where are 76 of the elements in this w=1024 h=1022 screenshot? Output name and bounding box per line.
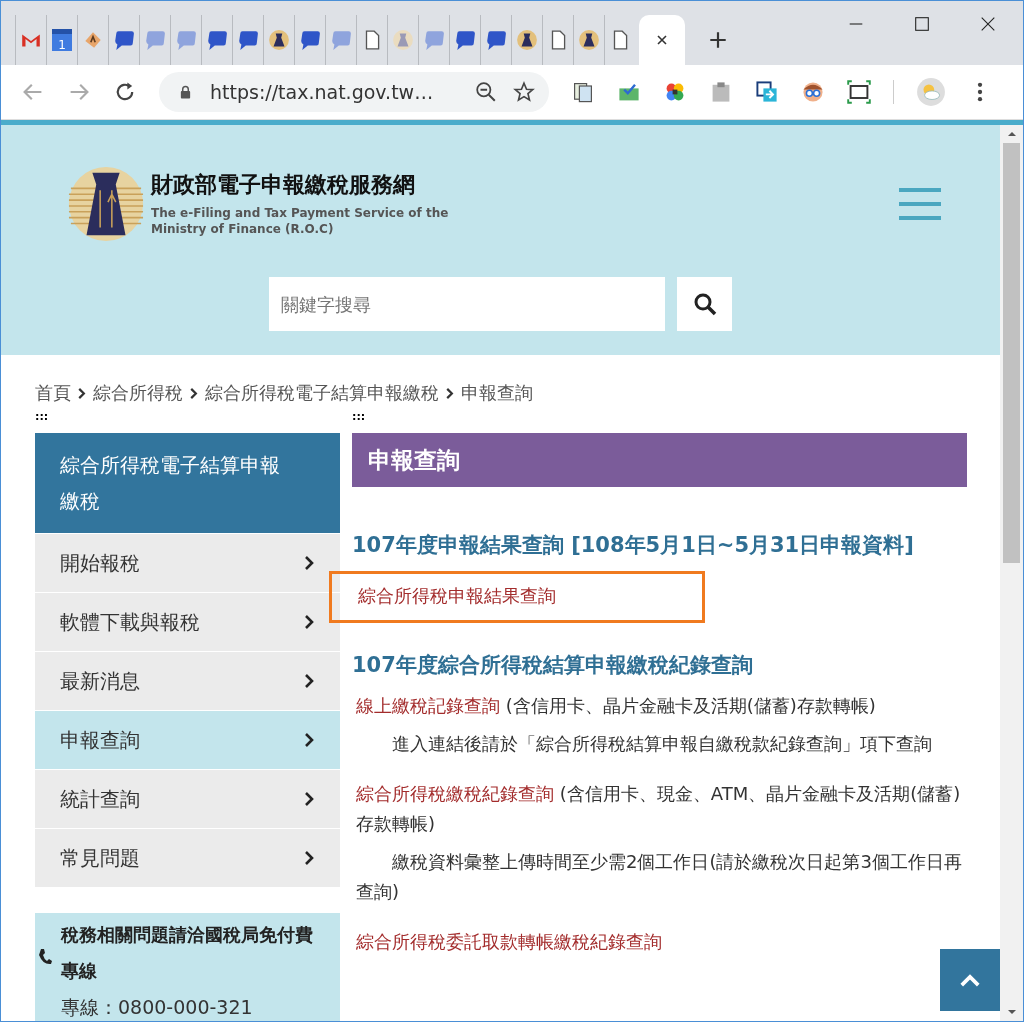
hotline-number: 專線：0800-000-321 bbox=[61, 995, 254, 1020]
sidebar-item[interactable]: 常見問題 bbox=[35, 828, 340, 887]
breadcrumb-link[interactable]: 綜合所得稅電子結算申報繳稅 bbox=[205, 381, 439, 405]
scroll-down-arrow-icon[interactable] bbox=[1006, 1007, 1017, 1017]
entry-text: 綜合所得稅繳稅紀錄查詢 (含信用卡、現金、ATM、晶片金融卡及活期(儲蓄)存款轉帳) bbox=[356, 782, 962, 836]
maximize-icon[interactable] bbox=[913, 15, 931, 33]
search-button[interactable] bbox=[677, 277, 732, 331]
query-link[interactable]: 綜合所得稅繳稅紀錄查詢 bbox=[356, 783, 554, 804]
star-icon[interactable] bbox=[513, 81, 535, 103]
breadcrumb-link[interactable]: 申報查詢 bbox=[461, 381, 533, 405]
site-title: 財政部電子申報繳稅服務網 bbox=[151, 171, 416, 200]
new-tab-icon[interactable] bbox=[707, 29, 729, 51]
chevron-right-icon bbox=[303, 850, 315, 866]
speech-bubble-icon bbox=[237, 29, 259, 51]
speech-bubble-icon bbox=[423, 29, 445, 51]
search-icon bbox=[692, 292, 717, 316]
speech-bubble-icon bbox=[113, 29, 135, 51]
address-bar[interactable]: https://tax.nat.gov.tw… bbox=[159, 72, 549, 112]
speech-bubble-icon bbox=[330, 29, 352, 51]
chevron-right-icon bbox=[303, 791, 315, 807]
glasses-face-icon[interactable] bbox=[801, 80, 825, 104]
accesskey-mark[interactable]: ::: bbox=[35, 411, 340, 433]
url-text: https://tax.nat.gov.tw… bbox=[210, 81, 435, 103]
note-text: 繳稅資料彙整上傳時間至少需2個工作日(請於繳稅次日起第3個工作日再查詢) bbox=[356, 850, 963, 904]
sidebar-heading: 綜合所得稅電子結算申報繳稅 bbox=[35, 433, 340, 533]
speech-bubble-icon bbox=[485, 29, 507, 51]
back-to-top-button[interactable] bbox=[940, 949, 1000, 1011]
section-heading: 107年度申報結果查詢 [108年5月1日~5月31日申報資料] bbox=[352, 532, 915, 559]
page-title: 申報查詢 bbox=[352, 433, 967, 487]
speech-bubble-icon bbox=[175, 29, 197, 51]
lock-icon bbox=[179, 84, 192, 100]
emblem-icon bbox=[268, 29, 290, 51]
scroll-up-arrow-icon[interactable] bbox=[1006, 129, 1017, 139]
entry-text: 線上繳稅記錄查詢 (含信用卡、晶片金融卡及活期(儲蓄)存款轉帳) bbox=[356, 694, 877, 718]
accesskey-mark[interactable]: ::: bbox=[352, 411, 967, 433]
sidebar-item[interactable]: 統計查詢 bbox=[35, 769, 340, 828]
phone-icon bbox=[37, 947, 53, 967]
scrollbar[interactable] bbox=[1000, 125, 1023, 1021]
speech-bubble-icon bbox=[206, 29, 228, 51]
chevron-right-icon bbox=[189, 386, 199, 400]
emblem-icon bbox=[578, 29, 600, 51]
chevron-right-icon bbox=[303, 732, 315, 748]
query-link[interactable]: 綜合所得稅申報結果查詢 bbox=[358, 585, 556, 606]
close-icon[interactable] bbox=[979, 15, 997, 33]
sidebar-item[interactable]: 軟體下載與報稅 bbox=[35, 592, 340, 651]
speech-bubble-icon bbox=[454, 29, 476, 51]
breadcrumb-link[interactable]: 首頁 bbox=[35, 381, 71, 405]
sidebar-item[interactable]: 最新消息 bbox=[35, 651, 340, 710]
query-link[interactable]: 線上繳稅記錄查詢 bbox=[356, 695, 500, 716]
chevron-right-icon bbox=[303, 673, 315, 689]
section-heading: 107年度綜合所得稅結算申報繳稅紀錄查詢 bbox=[352, 652, 754, 679]
speech-bubble-icon bbox=[299, 29, 321, 51]
chevron-right-icon bbox=[303, 614, 315, 630]
screenshot-frame-icon[interactable] bbox=[847, 80, 871, 104]
sidebar-item[interactable]: 申報查詢 bbox=[35, 710, 340, 769]
breadcrumb-link[interactable]: 綜合所得稅 bbox=[93, 381, 183, 405]
chevron-right-icon bbox=[303, 555, 315, 571]
chevron-right-icon bbox=[77, 386, 87, 400]
screen-share-icon[interactable] bbox=[755, 80, 779, 104]
zoom-out-icon[interactable] bbox=[475, 81, 497, 103]
contact-title: 稅務相關問題請洽國稅局免付費專線 bbox=[61, 923, 314, 983]
query-link[interactable]: 綜合所得稅委託取款轉帳繳稅紀錄查詢 bbox=[356, 931, 662, 952]
documents-icon[interactable] bbox=[571, 80, 595, 104]
emblem-icon bbox=[392, 29, 414, 51]
browser-tab[interactable]: 1 bbox=[46, 15, 77, 65]
emblem-icon bbox=[516, 29, 538, 51]
close-tab-icon[interactable] bbox=[655, 33, 669, 47]
chevron-up-icon bbox=[959, 972, 981, 988]
search-field[interactable]: 關鍵字搜尋 bbox=[269, 277, 665, 331]
note-text: 進入連結後請於「綜合所得稅結算申報自繳稅款紀錄查詢」項下查詢 bbox=[391, 732, 933, 756]
calendar-icon: 1 bbox=[52, 29, 72, 51]
site-subtitle: The e-Filing and Tax Payment Service of the Ministry of Finance (R.O.C) bbox=[151, 206, 450, 238]
scrollbar-thumb[interactable] bbox=[1003, 143, 1020, 563]
chevron-right-icon bbox=[445, 386, 455, 400]
speech-bubble-icon bbox=[144, 29, 166, 51]
sidebar-item[interactable]: 開始報稅 bbox=[35, 533, 340, 592]
